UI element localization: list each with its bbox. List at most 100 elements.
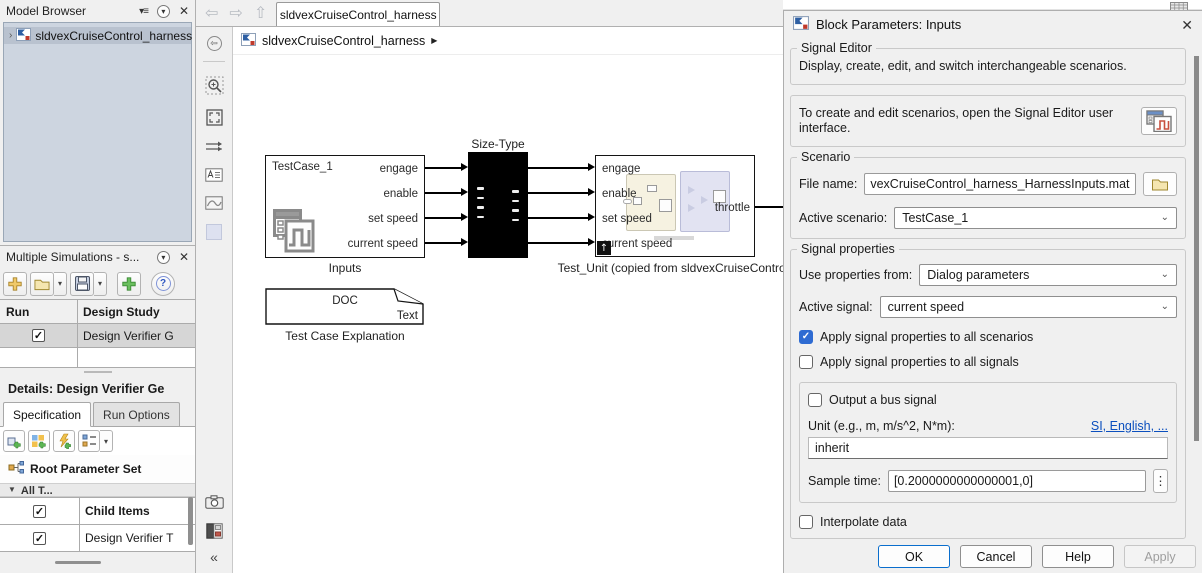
- model-browser-title: Model Browser: [6, 4, 131, 18]
- chevron-down-icon: ⌄: [1161, 212, 1169, 223]
- open-dropdown-icon[interactable]: ▾: [54, 272, 67, 296]
- hide-browser-icon[interactable]: ⇦: [207, 36, 222, 51]
- signal-line[interactable]: [425, 192, 461, 194]
- tree-expand-icon[interactable]: ›: [9, 30, 12, 41]
- save-button[interactable]: [70, 272, 94, 296]
- doc-block-title: DOC: [265, 295, 425, 307]
- breadcrumb-caret-icon[interactable]: ▶: [431, 36, 437, 45]
- sample-time-input[interactable]: [0.2000000000000001,0]: [888, 470, 1146, 492]
- multiple-simulations-panel: Multiple Simulations - s... ▾ ✕ ▾ ▾ ?: [0, 245, 196, 573]
- tab-run-options[interactable]: Run Options: [93, 402, 180, 426]
- unit-input[interactable]: inherit: [808, 437, 1168, 459]
- add-parameter-set-button[interactable]: [3, 430, 25, 452]
- harness-lock-icon: ↑: [597, 241, 611, 255]
- use-properties-select[interactable]: Dialog parameters ⌄: [919, 264, 1177, 286]
- run-checkbox[interactable]: [32, 329, 45, 342]
- design-verifier-checkbox[interactable]: [33, 532, 46, 545]
- close-icon[interactable]: ✕: [1181, 18, 1193, 32]
- help-button[interactable]: ?: [151, 272, 175, 296]
- add-button[interactable]: [117, 272, 141, 296]
- canvas[interactable]: TestCase_1 engage enable set speed curre…: [233, 55, 783, 573]
- zoom-icon[interactable]: [205, 76, 224, 95]
- new-design-study-button[interactable]: [3, 272, 27, 296]
- add-table-button[interactable]: [28, 430, 50, 452]
- child-items-checkbox[interactable]: [33, 505, 46, 518]
- dialog-titlebar[interactable]: Block Parameters: Inputs ✕: [784, 11, 1202, 38]
- close-icon[interactable]: ✕: [179, 251, 189, 263]
- vertical-scrollbar[interactable]: [188, 497, 193, 545]
- size-type-block[interactable]: [468, 152, 528, 258]
- panel-splitter[interactable]: [0, 368, 195, 376]
- port-engage: engage: [380, 163, 418, 175]
- save-dropdown-icon[interactable]: ▾: [94, 272, 107, 296]
- panel-menu-icon[interactable]: ▾≡: [139, 6, 148, 17]
- table-row[interactable]: Design Verifier T: [0, 525, 195, 552]
- annotation-icon[interactable]: [205, 168, 223, 182]
- port-throttle: throttle: [715, 202, 750, 214]
- nav-forward-icon[interactable]: ⇨: [229, 5, 242, 21]
- browse-file-button[interactable]: [1143, 172, 1177, 196]
- model-browser-header: Model Browser ▾≡ ▾ ✕: [0, 0, 195, 22]
- kebab-icon[interactable]: ⋮: [1153, 469, 1168, 493]
- signal-line[interactable]: [528, 192, 588, 194]
- help-button[interactable]: Help: [1042, 545, 1114, 568]
- screenshot-icon[interactable]: [205, 495, 224, 509]
- open-signal-editor-button[interactable]: [1141, 107, 1177, 135]
- port-enable: enable: [383, 188, 418, 200]
- table-row-empty[interactable]: [0, 348, 195, 368]
- library-icon[interactable]: [206, 523, 223, 539]
- breadcrumb-item[interactable]: sldvexCruiseControl_harness: [262, 34, 425, 48]
- test-unit-block[interactable]: engage enable set speed current speed th…: [595, 155, 755, 257]
- nav-up-icon[interactable]: ⇧: [254, 5, 267, 21]
- table-row[interactable]: Design Verifier G: [0, 324, 195, 348]
- apply-signals-checkbox[interactable]: [799, 355, 813, 369]
- model-browser-tree: › sldvexCruiseControl_harness: [3, 22, 192, 242]
- tab-specification[interactable]: Specification: [3, 402, 91, 427]
- color-swatch-icon[interactable]: [206, 224, 222, 240]
- horizontal-scrollbar[interactable]: [55, 561, 101, 564]
- signal-line[interactable]: [528, 217, 588, 219]
- unit-systems-link[interactable]: SI, English, ...: [1091, 419, 1168, 433]
- open-button[interactable]: [30, 272, 54, 296]
- panel-minimize-icon[interactable]: ▾: [157, 5, 170, 18]
- close-icon[interactable]: ✕: [179, 5, 189, 17]
- active-signal-select[interactable]: current speed ⌄: [880, 296, 1177, 318]
- image-icon[interactable]: [205, 196, 223, 210]
- signal-line[interactable]: [425, 167, 461, 169]
- editor-tab[interactable]: sldvexCruiseControl_harness: [276, 2, 440, 26]
- signal-line[interactable]: [528, 167, 588, 169]
- apply-button: Apply: [1124, 545, 1196, 568]
- signal-routing-icon[interactable]: [205, 140, 223, 154]
- collapse-palette-icon[interactable]: «: [210, 549, 218, 565]
- dialog-scrollbar[interactable]: [1194, 56, 1199, 441]
- nav-back-icon[interactable]: ⇦: [205, 5, 218, 21]
- root-parameter-set-row[interactable]: Root Parameter Set: [0, 455, 195, 484]
- view-options-button[interactable]: [78, 430, 100, 452]
- use-properties-label: Use properties from:: [799, 268, 912, 282]
- block-parameters-dialog: Block Parameters: Inputs ✕ Signal Editor…: [783, 10, 1202, 573]
- add-fault-button[interactable]: [53, 430, 75, 452]
- output-bus-checkbox[interactable]: [808, 393, 822, 407]
- signal-line[interactable]: [528, 242, 588, 244]
- editor-navbar: ⇦ ⇨ ⇧ sldvexCruiseControl_harness: [196, 0, 783, 27]
- doc-block[interactable]: DOC Text: [265, 288, 425, 325]
- panel-minimize-icon[interactable]: ▾: [157, 251, 170, 264]
- ok-button[interactable]: OK: [878, 545, 950, 568]
- cancel-button[interactable]: Cancel: [960, 545, 1032, 568]
- col-run[interactable]: Run: [0, 300, 78, 323]
- interpolate-checkbox[interactable]: [799, 515, 813, 529]
- view-options-dropdown-icon[interactable]: ▾: [100, 430, 113, 452]
- active-scenario-select[interactable]: TestCase_1 ⌄: [894, 207, 1177, 229]
- apply-scenarios-checkbox[interactable]: [799, 330, 813, 344]
- inputs-block[interactable]: TestCase_1 engage enable set speed curre…: [265, 155, 425, 258]
- table-row[interactable]: Child Items: [0, 498, 195, 525]
- collapsed-section-row[interactable]: ▼ All T...: [0, 484, 195, 497]
- fit-to-view-icon[interactable]: [206, 109, 223, 126]
- signal-line-throttle[interactable]: [755, 206, 783, 208]
- signal-line[interactable]: [425, 242, 461, 244]
- col-design-study[interactable]: Design Study: [78, 300, 195, 323]
- signal-line[interactable]: [425, 217, 461, 219]
- details-tabs: Specification Run Options: [0, 402, 195, 427]
- file-name-input[interactable]: vexCruiseControl_harness_HarnessInputs.m…: [864, 173, 1136, 195]
- tree-item-harness[interactable]: › sldvexCruiseControl_harness: [4, 27, 191, 44]
